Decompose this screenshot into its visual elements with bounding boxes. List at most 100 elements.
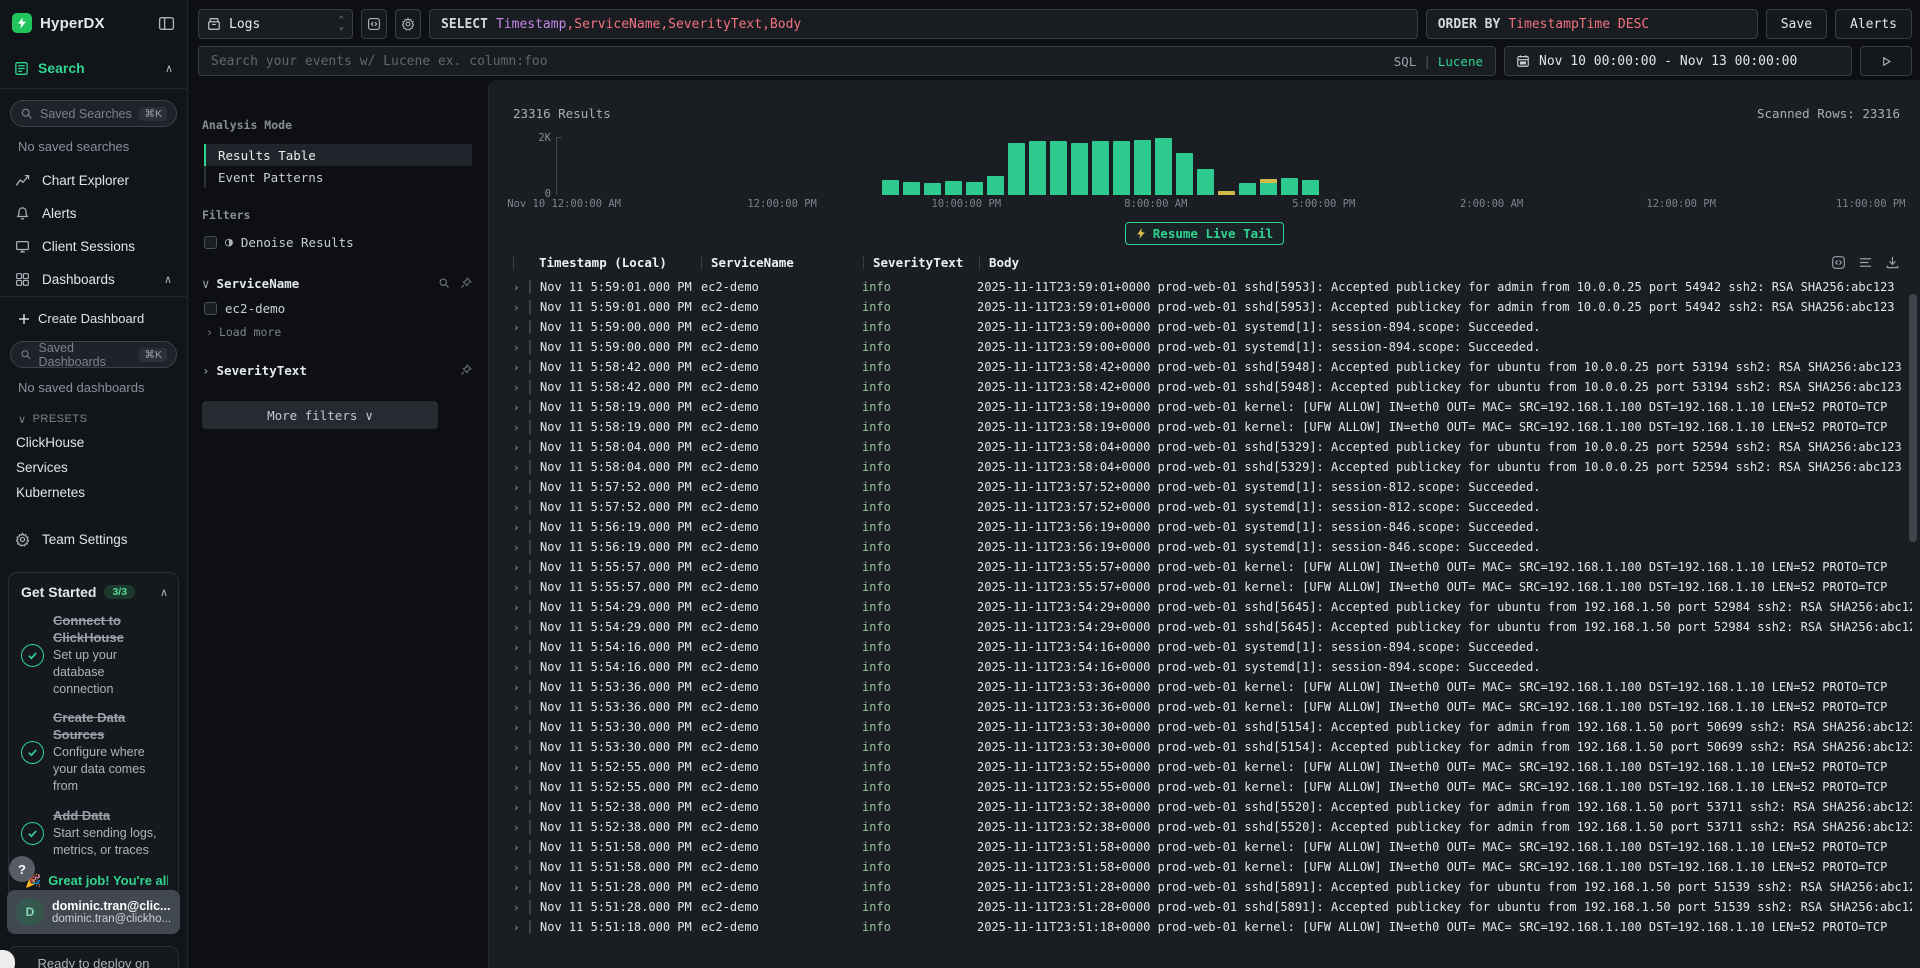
log-row[interactable]: ›Nov 11 5:57:52.000 PMec2-demoinfo2025-1… bbox=[513, 477, 1912, 497]
chevron-up-icon[interactable]: ∧ bbox=[165, 62, 173, 75]
expand-row-icon[interactable]: › bbox=[513, 541, 529, 554]
expand-row-icon[interactable]: › bbox=[513, 281, 529, 294]
log-row[interactable]: ›Nov 11 5:59:01.000 PMec2-demoinfo2025-1… bbox=[513, 277, 1912, 297]
alerts-button[interactable]: Alerts bbox=[1835, 9, 1912, 39]
presets-toggle[interactable]: ∨ PRESETS bbox=[0, 405, 187, 430]
expand-row-icon[interactable]: › bbox=[513, 881, 529, 894]
search-input[interactable]: Search your events w/ Lucene ex. column:… bbox=[198, 46, 1496, 76]
log-row[interactable]: ›Nov 11 5:56:19.000 PMec2-demoinfo2025-1… bbox=[513, 537, 1912, 557]
log-row[interactable]: ›Nov 11 5:58:42.000 PMec2-demoinfo2025-1… bbox=[513, 377, 1912, 397]
expand-row-icon[interactable]: › bbox=[513, 701, 529, 714]
expand-row-icon[interactable]: › bbox=[513, 841, 529, 854]
log-row[interactable]: ›Nov 11 5:58:04.000 PMec2-demoinfo2025-1… bbox=[513, 437, 1912, 457]
scrollbar-thumb[interactable] bbox=[1909, 294, 1917, 542]
log-row[interactable]: ›Nov 11 5:51:58.000 PMec2-demoinfo2025-1… bbox=[513, 837, 1912, 857]
sidebar-item-search[interactable]: Search ∧ bbox=[0, 46, 187, 89]
saved-dashboards-input[interactable]: Saved Dashboards ⌘K bbox=[10, 341, 177, 368]
histogram-bar[interactable] bbox=[924, 183, 941, 195]
expand-row-icon[interactable]: › bbox=[513, 681, 529, 694]
preset-services[interactable]: Services bbox=[0, 455, 187, 480]
log-row[interactable]: ›Nov 11 5:58:42.000 PMec2-demoinfo2025-1… bbox=[513, 357, 1912, 377]
histogram-bar[interactable] bbox=[1029, 141, 1046, 195]
sidebar-item-alerts[interactable]: Alerts bbox=[0, 197, 187, 230]
events-histogram[interactable]: 2K 0 bbox=[556, 137, 1910, 195]
expand-row-icon[interactable]: › bbox=[513, 321, 529, 334]
expand-row-icon[interactable]: › bbox=[513, 781, 529, 794]
sidebar-item-dashboards[interactable]: Dashboards∧ bbox=[0, 263, 187, 296]
filter-group-severitytext[interactable]: › SeverityText bbox=[202, 357, 472, 383]
edit-columns-button[interactable] bbox=[361, 9, 387, 39]
log-row[interactable]: ›Nov 11 5:51:28.000 PMec2-demoinfo2025-1… bbox=[513, 877, 1912, 897]
histogram-bar[interactable] bbox=[1281, 178, 1298, 195]
column-header-timestamp[interactable]: Timestamp (Local) bbox=[539, 255, 701, 270]
column-header-servicename[interactable]: ServiceName bbox=[711, 255, 863, 270]
sidebar-item-chart-explorer[interactable]: Chart Explorer bbox=[0, 164, 187, 197]
run-query-button[interactable] bbox=[1860, 46, 1912, 76]
expand-row-icon[interactable]: › bbox=[513, 481, 529, 494]
preset-clickhouse[interactable]: ClickHouse bbox=[0, 430, 187, 455]
log-row[interactable]: ›Nov 11 5:51:28.000 PMec2-demoinfo2025-1… bbox=[513, 897, 1912, 917]
expand-row-icon[interactable]: › bbox=[513, 801, 529, 814]
log-row[interactable]: ›Nov 11 5:58:04.000 PMec2-demoinfo2025-1… bbox=[513, 457, 1912, 477]
expand-row-icon[interactable]: › bbox=[513, 341, 529, 354]
collapse-sidebar-icon[interactable] bbox=[158, 15, 175, 32]
expand-row-icon[interactable]: › bbox=[513, 601, 529, 614]
histogram-bar[interactable] bbox=[882, 180, 899, 195]
code-block-icon[interactable] bbox=[1831, 255, 1846, 270]
expand-row-icon[interactable]: › bbox=[513, 441, 529, 454]
denoise-checkbox[interactable] bbox=[204, 236, 217, 249]
log-row[interactable]: ›Nov 11 5:54:29.000 PMec2-demoinfo2025-1… bbox=[513, 617, 1912, 637]
denoise-filter-row[interactable]: ◑ Denoise Results bbox=[204, 235, 472, 250]
log-row[interactable]: ›Nov 11 5:58:19.000 PMec2-demoinfo2025-1… bbox=[513, 397, 1912, 417]
histogram-bar[interactable] bbox=[1113, 141, 1130, 195]
histogram-bar[interactable] bbox=[1134, 140, 1151, 195]
resume-live-tail-button[interactable]: Resume Live Tail bbox=[1125, 222, 1284, 245]
servicename-option-row[interactable]: ec2-demo bbox=[202, 296, 472, 321]
expand-row-icon[interactable]: › bbox=[513, 901, 529, 914]
expand-row-icon[interactable]: › bbox=[513, 421, 529, 434]
expand-row-icon[interactable]: › bbox=[513, 921, 529, 934]
expand-row-icon[interactable]: › bbox=[513, 461, 529, 474]
mode-tab-results-table[interactable]: Results Table bbox=[204, 144, 472, 166]
log-row[interactable]: ›Nov 11 5:57:52.000 PMec2-demoinfo2025-1… bbox=[513, 497, 1912, 517]
log-row[interactable]: ›Nov 11 5:53:36.000 PMec2-demoinfo2025-1… bbox=[513, 697, 1912, 717]
expand-row-icon[interactable]: › bbox=[513, 661, 529, 674]
get-started-header[interactable]: Get Started 3/3 ∧ bbox=[21, 584, 168, 600]
expand-row-icon[interactable]: › bbox=[513, 581, 529, 594]
log-row[interactable]: ›Nov 11 5:52:38.000 PMec2-demoinfo2025-1… bbox=[513, 817, 1912, 837]
histogram-bar[interactable] bbox=[903, 182, 920, 195]
download-icon[interactable] bbox=[1885, 255, 1900, 270]
expand-row-icon[interactable]: › bbox=[513, 741, 529, 754]
log-row[interactable]: ›Nov 11 5:59:00.000 PMec2-demoinfo2025-1… bbox=[513, 337, 1912, 357]
log-row[interactable]: ›Nov 11 5:51:58.000 PMec2-demoinfo2025-1… bbox=[513, 857, 1912, 877]
user-menu[interactable]: D dominic.tran@clic... dominic.tran@clic… bbox=[7, 890, 180, 934]
expand-row-icon[interactable]: › bbox=[513, 301, 529, 314]
get-started-item[interactable]: Add DataStart sending logs, metrics, or … bbox=[21, 808, 168, 859]
pin-icon[interactable] bbox=[460, 364, 472, 376]
expand-row-icon[interactable]: › bbox=[513, 861, 529, 874]
mode-tab-event-patterns[interactable]: Event Patterns bbox=[204, 166, 472, 188]
log-row[interactable]: ›Nov 11 5:58:19.000 PMec2-demoinfo2025-1… bbox=[513, 417, 1912, 437]
select-query-input[interactable]: SELECT Timestamp ,ServiceName,SeverityTe… bbox=[429, 9, 1418, 39]
help-button[interactable]: ? bbox=[9, 856, 35, 882]
row-density-icon[interactable] bbox=[1858, 255, 1873, 270]
order-by-input[interactable]: ORDER BY TimestampTime DESC bbox=[1426, 9, 1758, 39]
expand-row-icon[interactable]: › bbox=[513, 641, 529, 654]
sidebar-item-client-sessions[interactable]: Client Sessions bbox=[0, 230, 187, 263]
source-settings-button[interactable] bbox=[395, 9, 421, 39]
histogram-bar[interactable] bbox=[1197, 169, 1214, 195]
lucene-toggle[interactable]: Lucene bbox=[1438, 54, 1483, 69]
expand-row-icon[interactable]: › bbox=[513, 621, 529, 634]
column-header-body[interactable]: Body bbox=[989, 255, 1019, 270]
ec2-demo-checkbox[interactable] bbox=[204, 302, 217, 315]
log-row[interactable]: ›Nov 11 5:55:57.000 PMec2-demoinfo2025-1… bbox=[513, 577, 1912, 597]
column-header-severitytext[interactable]: SeverityText bbox=[873, 255, 979, 270]
save-button[interactable]: Save bbox=[1766, 9, 1827, 39]
sql-toggle[interactable]: SQL bbox=[1394, 54, 1417, 69]
histogram-bar[interactable] bbox=[1260, 179, 1277, 195]
date-range-picker[interactable]: Nov 10 00:00:00 - Nov 13 00:00:00 bbox=[1504, 46, 1852, 76]
source-select[interactable]: Logs ⌃⌄ bbox=[198, 9, 353, 39]
more-filters-button[interactable]: More filters ∨ bbox=[202, 401, 438, 429]
expand-row-icon[interactable]: › bbox=[513, 761, 529, 774]
pin-icon[interactable] bbox=[460, 277, 472, 289]
